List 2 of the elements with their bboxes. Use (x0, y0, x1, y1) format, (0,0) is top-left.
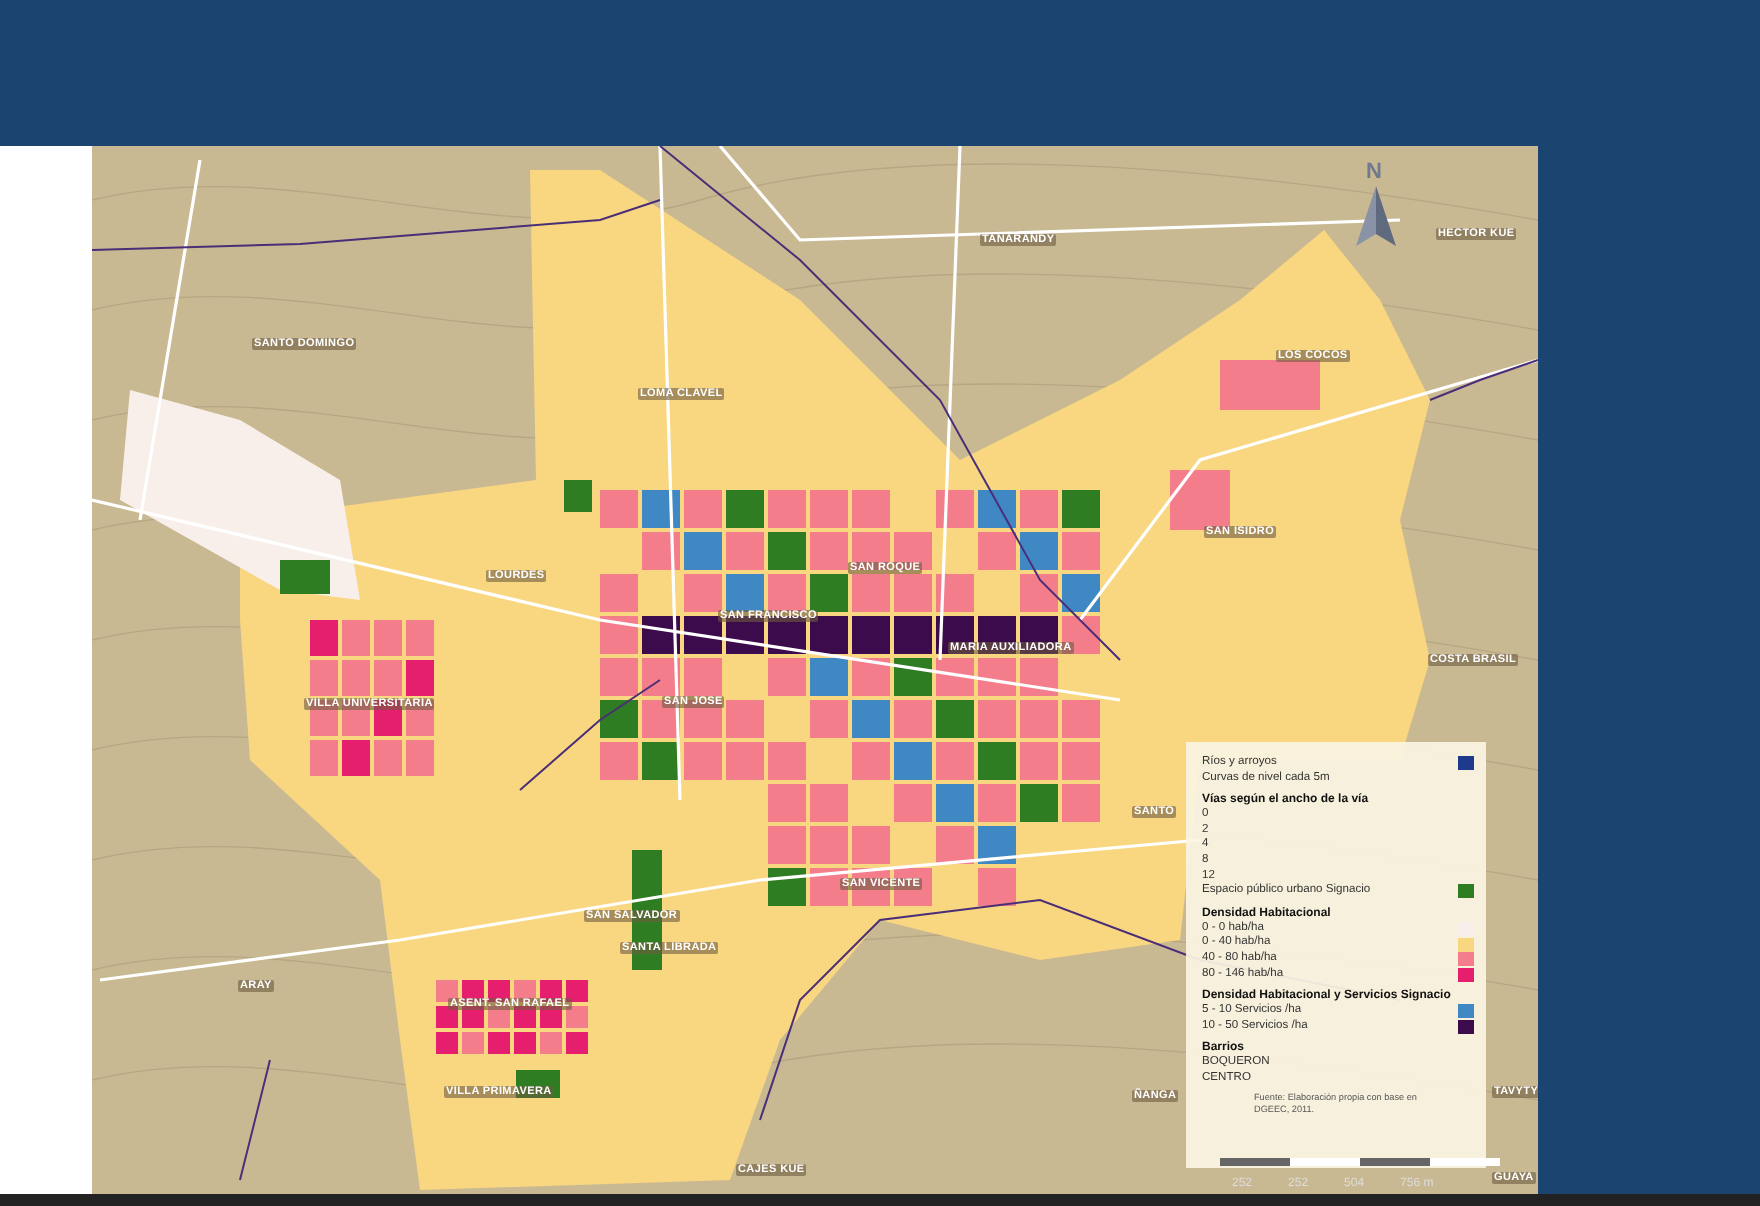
north-label: N (1366, 160, 1382, 184)
north-arrow-icon (1356, 186, 1396, 250)
